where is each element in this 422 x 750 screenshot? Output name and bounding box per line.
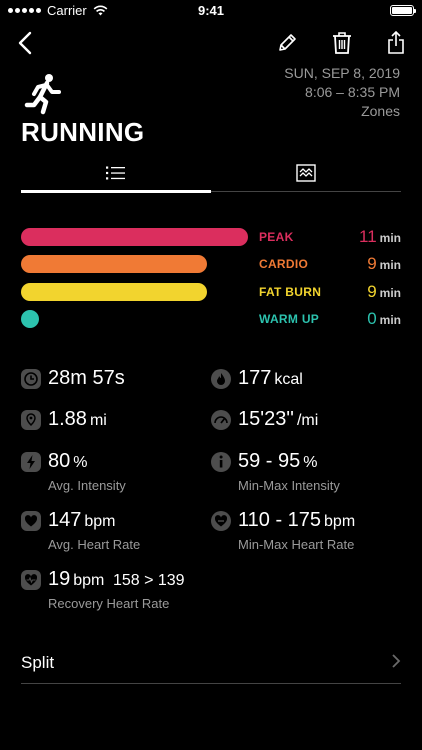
stat-value: 59 - 95% <box>238 450 318 473</box>
stat-value: 19 bpm 158 > 139 <box>48 568 185 591</box>
recovery-unit: bpm <box>73 572 105 589</box>
distance-unit: mi <box>89 412 107 429</box>
minmax-heart-rate-label: Min-Max Heart Rate <box>238 537 355 552</box>
edit-button[interactable] <box>272 28 302 58</box>
zone-minutes: 9 <box>367 282 377 301</box>
zone-value: 9 min <box>367 282 401 302</box>
pencil-icon <box>279 34 296 51</box>
tab-chart[interactable] <box>211 158 401 188</box>
zone-unit: min <box>379 258 401 272</box>
stat-value: 110 - 175 bpm <box>238 509 355 532</box>
chevron-left-icon <box>18 31 32 55</box>
calories-value: 177 <box>238 367 272 389</box>
zone-value: 0 min <box>367 309 401 329</box>
zone-label: WARM UP <box>259 312 320 326</box>
back-button[interactable] <box>10 28 40 58</box>
activity-title: RUNNING <box>21 117 145 147</box>
minmax-heart-rate-unit: bpm <box>324 513 356 530</box>
zone-minutes: 9 <box>367 254 377 273</box>
workout-time-range: 8:06 – 8:35 PM <box>305 84 400 100</box>
zones-link[interactable]: Zones <box>284 102 400 121</box>
stat-value: 28m 57s <box>48 367 125 390</box>
chart-icon <box>296 164 316 182</box>
zone-unit: min <box>379 231 401 245</box>
heart-rate-label: Avg. Heart Rate <box>48 537 141 552</box>
recovery-value: 19 <box>48 568 71 590</box>
active-tab-indicator <box>21 190 211 193</box>
stat-value: 147 bpm <box>48 509 116 532</box>
trash-icon <box>333 32 351 54</box>
workout-date: SUN, SEP 8, 2019 <box>284 65 400 81</box>
zone-row-fat-burn: FAT BURN 9 min <box>21 282 401 302</box>
distance-value: 1.88 <box>48 408 87 430</box>
minmax-intensity-label: Min-Max Intensity <box>238 478 340 493</box>
battery-icon <box>390 5 416 16</box>
duration-value: 28m 57s <box>48 367 125 389</box>
status-time: 9:41 <box>197 3 225 18</box>
intensity-value: 80 <box>48 450 71 472</box>
zone-label: PEAK <box>259 230 294 244</box>
clock-icon <box>21 369 41 389</box>
delete-button[interactable] <box>327 28 357 58</box>
intensity-label: Avg. Intensity <box>48 478 126 493</box>
flame-icon <box>211 369 231 389</box>
location-pin-icon <box>21 410 41 430</box>
stat-value: 80% <box>48 450 87 473</box>
heart-rate-value: 147 <box>48 509 82 531</box>
stat-value: 177 kcal <box>238 367 303 390</box>
heart-rate-unit: bpm <box>84 513 116 530</box>
speedometer-icon <box>211 410 231 430</box>
zone-minutes: 0 <box>367 309 377 328</box>
zone-value: 11 min <box>359 227 401 247</box>
list-icon <box>106 166 125 180</box>
minmax-intensity-value: 59 - 95 <box>238 450 301 472</box>
zone-row-peak: PEAK 11 min <box>21 227 401 247</box>
stat-value: 15'23''/mi <box>238 408 318 431</box>
view-tabs <box>21 158 401 193</box>
zone-label: FAT BURN <box>259 285 322 299</box>
stat-value: 1.88 mi <box>48 408 107 431</box>
chevron-right-icon <box>392 654 401 668</box>
zone-row-cardio: CARDIO 9 min <box>21 254 401 274</box>
heart-range-icon <box>211 511 231 531</box>
pace-unit: /mi <box>296 412 319 429</box>
zone-value: 9 min <box>367 254 401 274</box>
bolt-icon <box>21 452 41 472</box>
minmax-intensity-unit: % <box>303 454 318 471</box>
nav-bar <box>0 28 422 62</box>
heart-icon <box>21 511 41 531</box>
zone-bar-warm-up <box>21 310 39 328</box>
workout-meta: SUN, SEP 8, 2019 8:06 – 8:35 PM Zones <box>284 64 400 121</box>
heart-recovery-icon <box>21 570 41 590</box>
zone-bar-cardio <box>21 255 207 273</box>
info-icon <box>211 452 231 472</box>
recovery-label: Recovery Heart Rate <box>48 596 170 611</box>
pace-value: 15'23'' <box>238 408 294 430</box>
zone-bar-fat-burn <box>21 283 207 301</box>
zone-unit: min <box>379 286 401 300</box>
calories-unit: kcal <box>274 371 303 388</box>
status-bar: Carrier 9:41 <box>0 0 422 22</box>
zone-minutes: 11 <box>359 227 377 246</box>
zone-label: CARDIO <box>259 257 309 271</box>
split-row[interactable]: Split <box>21 648 401 684</box>
intensity-unit: % <box>73 454 88 471</box>
minmax-heart-rate-value: 110 - 175 <box>238 509 322 531</box>
zone-bar-peak <box>21 228 248 246</box>
tab-list[interactable] <box>21 158 211 188</box>
zone-unit: min <box>379 313 401 327</box>
zone-row-warm-up: WARM UP 0 min <box>21 309 401 329</box>
share-icon <box>388 31 404 54</box>
recovery-range: 158 > 139 <box>112 572 185 589</box>
split-label: Split <box>21 653 55 672</box>
running-icon <box>24 74 61 115</box>
share-button[interactable] <box>381 28 411 58</box>
